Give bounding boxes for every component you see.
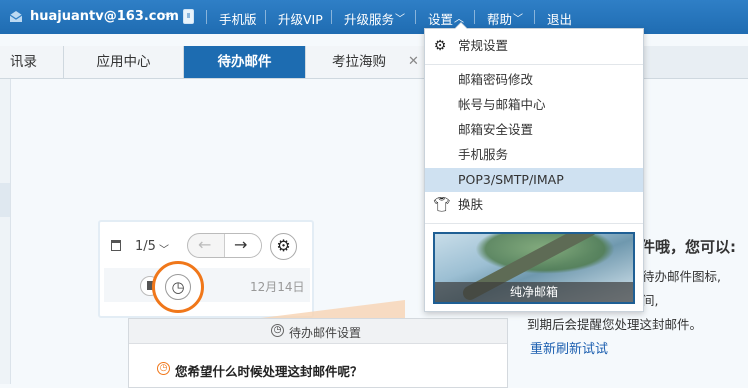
calendar-icon: [111, 240, 121, 251]
todo-settings-panel: ◷ 待办邮件设置 ◷ 您希望什么时候处理这封邮件呢？: [128, 318, 508, 388]
menu-item-label: 换肤: [458, 197, 484, 212]
gear-icon: ⚙: [433, 38, 447, 54]
divider: [425, 223, 643, 224]
menu-item-password[interactable]: 邮箱密码修改: [425, 68, 643, 92]
arrow-right-icon: →: [234, 235, 248, 254]
clock-icon: ◷: [271, 324, 284, 337]
refresh-retry-link[interactable]: 重新刷新试试: [530, 338, 608, 357]
menu-item-pop3-smtp-imap[interactable]: POP3/SMTP/IMAP: [425, 168, 643, 192]
panel-header: ◷ 待办邮件设置: [129, 319, 507, 344]
account-chevron-down-icon[interactable]: ﹀: [164, 10, 174, 25]
gear-icon: ⚙: [270, 233, 297, 260]
settings-dropdown: ⚙ 常规设置 邮箱密码修改 帐号与邮箱中心 邮箱安全设置 手机服务 POP3/S…: [424, 22, 644, 312]
menu-item-security[interactable]: 邮箱安全设置: [425, 118, 643, 142]
menu-item-label: 邮箱密码修改: [458, 72, 534, 87]
chevron-down-icon: ﹀: [513, 14, 523, 25]
prev-next-buttons: ← →: [187, 233, 262, 258]
close-tab-icon[interactable]: ✕: [408, 46, 419, 78]
skin-preview-thumbnail[interactable]: 纯净邮箱: [433, 232, 635, 304]
tab-contacts[interactable]: 讯录: [0, 46, 64, 78]
nav-settings-menu[interactable]: 设置: [428, 9, 453, 28]
divider: [265, 10, 266, 24]
tab-app-center[interactable]: 应用中心: [64, 46, 184, 78]
clock-icon: ◷: [157, 362, 170, 375]
nav-mobile-link[interactable]: 手机版: [219, 9, 257, 28]
panel-title: 待办邮件设置: [289, 326, 362, 340]
divider: [206, 10, 207, 24]
menu-item-account-center[interactable]: 帐号与邮箱中心: [425, 93, 643, 117]
menu-item-mobile-service[interactable]: 手机服务: [425, 143, 643, 167]
left-sidebar-edge: [0, 79, 11, 384]
menu-item-label: POP3/SMTP/IMAP: [458, 172, 564, 187]
menu-item-label: 邮箱安全设置: [458, 122, 534, 137]
nav-logout-link[interactable]: 退出: [547, 9, 572, 28]
arrow-left-icon: ←: [198, 235, 212, 254]
intro-line-3: 到期后会提醒您处理这封邮件。: [527, 317, 703, 332]
mail-date: 12月14日: [250, 280, 305, 294]
divider: [474, 10, 475, 24]
page-indicator: 1/5: [135, 239, 156, 254]
menu-item-skin[interactable]: 👕︎ 换肤: [425, 193, 643, 217]
menu-item-label: 手机服务: [458, 147, 509, 162]
dropdown-caret: [454, 22, 468, 29]
account-name[interactable]: huajuantv@163.com: [30, 9, 179, 24]
intro-line-2: 间,: [642, 293, 659, 308]
menu-item-label: 常规设置: [458, 38, 509, 53]
divider: [425, 64, 643, 65]
tab-todo-mail[interactable]: 待办邮件: [184, 46, 306, 78]
intro-line-1: 待办邮件图标,: [642, 269, 721, 284]
sidebar-selected-band: [0, 183, 10, 217]
divider: [415, 10, 416, 24]
chevron-down-icon: ﹀: [159, 245, 169, 256]
nav-upgrade-vip-link[interactable]: 升级VIP: [278, 9, 323, 28]
nav-help-menu[interactable]: 帮助: [487, 9, 512, 28]
clock-icon: ◷: [165, 274, 191, 300]
panel-question: 您希望什么时候处理这封邮件呢？: [175, 364, 363, 379]
mail-logo-icon: [9, 11, 23, 22]
menu-item-label: 帐号与邮箱中心: [458, 97, 546, 112]
skin-name-label: 纯净邮箱: [435, 282, 633, 302]
phone-icon[interactable]: [183, 9, 194, 24]
tshirt-icon: 👕︎: [433, 197, 451, 213]
menu-item-general-settings[interactable]: ⚙ 常规设置: [425, 34, 643, 58]
chevron-down-icon: ﹀: [395, 14, 405, 25]
intro-headline: 件哦，您可以:: [640, 238, 736, 256]
nav-upgrade-service-menu[interactable]: 升级服务: [344, 9, 394, 28]
divider: [534, 10, 535, 24]
divider: [331, 10, 332, 24]
